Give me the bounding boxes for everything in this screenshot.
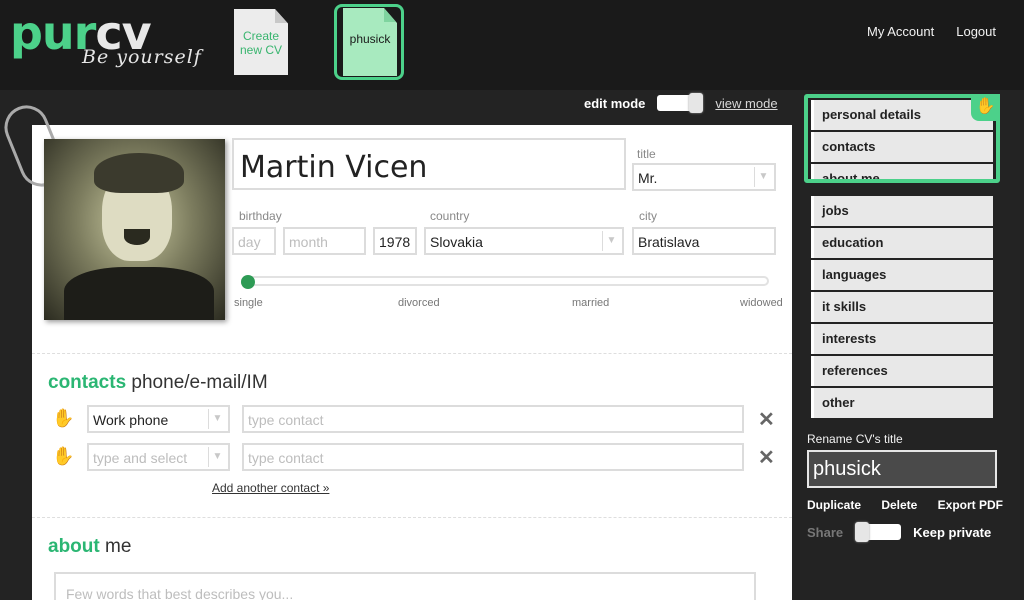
status-divorced: divorced — [398, 297, 440, 309]
share-label: Share — [807, 524, 844, 540]
contact-type-select[interactable]: type and select ▼ — [87, 443, 230, 471]
title-label: title — [637, 147, 656, 161]
sidebar-item-references[interactable]: references — [811, 356, 993, 386]
chevron-down-icon: ▼ — [602, 231, 620, 251]
birthday-label: birthday — [239, 209, 282, 223]
status-single: single — [234, 297, 263, 309]
account-links: My Account Logout — [867, 24, 996, 39]
create-new-cv-button[interactable]: Create new CV — [234, 9, 288, 75]
close-icon[interactable]: ✕ — [758, 445, 775, 470]
country-label: country — [430, 209, 470, 223]
chevron-down-icon: ▼ — [208, 409, 226, 429]
app-header: purcv Be yourself Create new CV phusick … — [0, 0, 1024, 90]
city-label: city — [639, 209, 657, 223]
contacts-heading: contacts phone/e-mail/IM — [48, 372, 268, 393]
country-select[interactable]: Slovakia ▼ — [424, 227, 624, 255]
tagline: Be yourself — [82, 46, 202, 68]
logout-link[interactable]: Logout — [956, 24, 996, 39]
document-fold-icon — [275, 9, 288, 23]
full-name-input[interactable]: Martin Vicen — [232, 138, 626, 190]
profile-photo[interactable] — [44, 139, 225, 320]
chevron-down-icon: ▼ — [754, 167, 772, 187]
about-heading: about me — [48, 536, 132, 557]
export-pdf-button[interactable]: Export PDF — [938, 498, 1003, 512]
hand-icon[interactable]: ✋ — [52, 446, 74, 467]
duplicate-button[interactable]: Duplicate — [807, 498, 861, 512]
sidebar-item-languages[interactable]: languages — [811, 260, 993, 290]
sidebar-item-education[interactable]: education — [811, 228, 993, 258]
hand-icon[interactable]: ✋ — [52, 408, 74, 429]
contact-value-input[interactable]: type contact — [242, 405, 744, 433]
birth-month-input[interactable]: month — [283, 227, 366, 255]
status-married: married — [572, 297, 610, 309]
birth-year-input[interactable]: 1978 — [373, 227, 417, 255]
rename-cv-input[interactable]: phusick — [807, 450, 997, 488]
status-widowed: widowed — [740, 297, 783, 309]
chevron-down-icon: ▼ — [208, 447, 226, 467]
view-mode-link[interactable]: view mode — [715, 96, 777, 111]
contact-value-input[interactable]: type contact — [242, 443, 744, 471]
title-select[interactable]: Mr. ▼ — [632, 163, 776, 191]
rename-cv-label: Rename CV's title — [807, 432, 903, 446]
share-switch: Share Keep private — [807, 522, 992, 542]
add-contact-link[interactable]: Add another contact » — [212, 481, 329, 495]
sidebar-item-other[interactable]: other — [811, 388, 993, 418]
cv-actions: Duplicate Delete Export PDF — [807, 498, 1003, 512]
marital-status-handle[interactable] — [241, 275, 255, 289]
share-toggle[interactable] — [855, 522, 902, 542]
keep-private-label: Keep private — [913, 524, 992, 540]
section-divider — [32, 517, 792, 518]
sidebar-item-jobs[interactable]: jobs — [811, 196, 993, 226]
about-me-textarea[interactable]: Few words that best describes you... — [54, 572, 756, 600]
my-account-link[interactable]: My Account — [867, 24, 934, 39]
marital-status-slider[interactable] — [241, 276, 769, 286]
city-input[interactable]: Bratislava — [632, 227, 776, 255]
mode-toggle[interactable] — [657, 93, 704, 113]
hand-icon[interactable]: ✋ — [971, 94, 1000, 121]
sidebar-item-it-skills[interactable]: it skills — [811, 292, 993, 322]
birth-day-input[interactable]: day — [232, 227, 276, 255]
edit-mode-label: edit mode — [584, 95, 646, 111]
contact-type-select[interactable]: Work phone ▼ — [87, 405, 230, 433]
mode-switch: edit mode view mode — [584, 93, 778, 113]
delete-button[interactable]: Delete — [881, 498, 917, 512]
section-divider — [32, 353, 792, 354]
close-icon[interactable]: ✕ — [758, 407, 775, 432]
cv-phusick-button[interactable]: phusick — [343, 8, 397, 76]
sidebar-item-interests[interactable]: interests — [811, 324, 993, 354]
